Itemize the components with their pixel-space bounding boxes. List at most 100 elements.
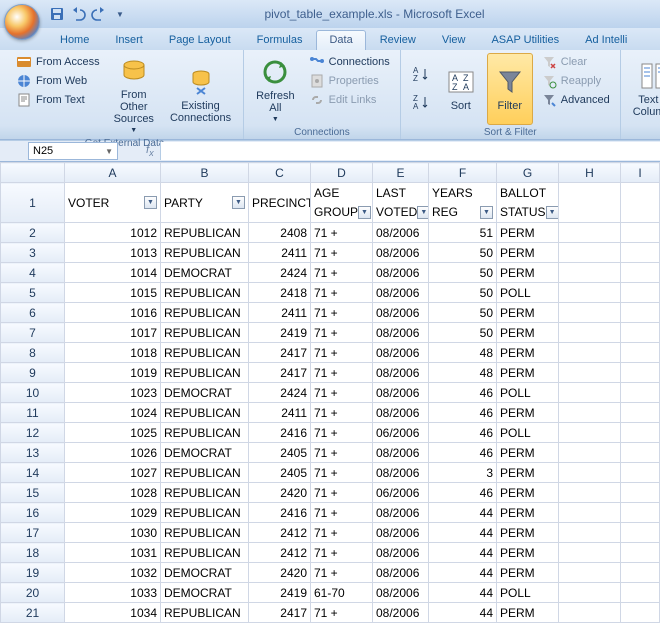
spreadsheet-grid[interactable]: ABCDEFGHI 1VOTER▼PARTY▼PRECINCT▼AGELASTY… [0,162,660,631]
group-sort-filter: AZ ZA AZZASort Filter Clear Reapply Adva… [401,50,621,139]
row-header-14[interactable]: 14 [1,463,65,483]
qat-dropdown-icon[interactable]: ▼ [111,5,129,23]
office-button[interactable] [4,4,40,40]
refresh-all-button[interactable]: Refresh All▼ [250,53,301,125]
from-other-sources-button[interactable]: From Other Sources▼ [108,53,160,136]
table-row[interactable]: 111024REPUBLICAN241171 +08/200646PERM [1,403,660,423]
row-header-5[interactable]: 5 [1,283,65,303]
filter-dropdown-icon[interactable]: ▼ [480,206,493,219]
tab-asap-utilities[interactable]: ASAP Utilities [479,31,571,50]
table-row[interactable]: 101023DEMOCRAT242471 +08/200646POLL [1,383,660,403]
filter-dropdown-icon[interactable]: ▼ [358,206,371,219]
row-header-8[interactable]: 8 [1,343,65,363]
edit-links-button[interactable]: Edit Links [305,91,394,109]
col-header-F[interactable]: F [429,163,497,183]
tab-page-layout[interactable]: Page Layout [157,31,243,50]
reapply-button[interactable]: Reapply [537,72,614,90]
table-row[interactable]: 51015REPUBLICAN241871 +08/200650POLL [1,283,660,303]
existing-connections-button[interactable]: Existing Connections [164,53,237,136]
connections-button[interactable]: Connections [305,53,394,71]
tab-view[interactable]: View [430,31,478,50]
row-header-13[interactable]: 13 [1,443,65,463]
from-text-button[interactable]: From Text [12,91,104,109]
undo-icon[interactable] [69,5,87,23]
name-box-dropdown-icon[interactable]: ▼ [105,147,113,156]
filter-dropdown-icon[interactable]: ▼ [144,196,157,209]
row-header-21[interactable]: 21 [1,603,65,623]
row-header-16[interactable]: 16 [1,503,65,523]
name-box-input[interactable] [33,145,83,157]
sort-button[interactable]: AZZASort [439,53,483,125]
col-header-I[interactable]: I [621,163,660,183]
col-header-D[interactable]: D [311,163,373,183]
table-row[interactable]: 171030REPUBLICAN241271 +08/200644PERM [1,523,660,543]
group-connections: Refresh All▼ Connections Properties Edit… [244,50,401,139]
table-row[interactable]: 201033DEMOCRAT241961-7008/200644POLL [1,583,660,603]
row-header-6[interactable]: 6 [1,303,65,323]
group-data-tools: Text to Columns [621,50,660,139]
row-header-19[interactable]: 19 [1,563,65,583]
filter-dropdown-icon[interactable]: ▼ [417,206,428,219]
row-header-4[interactable]: 4 [1,263,65,283]
col-header-H[interactable]: H [559,163,621,183]
col-header-A[interactable]: A [65,163,161,183]
tab-review[interactable]: Review [368,31,428,50]
table-row[interactable]: 131026DEMOCRAT240571 +08/200646PERM [1,443,660,463]
advanced-button[interactable]: Advanced [537,91,614,109]
table-row[interactable]: 161029REPUBLICAN241671 +08/200644PERM [1,503,660,523]
text-to-columns-button[interactable]: Text to Columns [627,53,660,125]
select-all-corner[interactable] [1,163,65,183]
table-row[interactable]: 151028REPUBLICAN242071 +06/200646PERM [1,483,660,503]
row-header-2[interactable]: 2 [1,223,65,243]
row-header-18[interactable]: 18 [1,543,65,563]
table-row[interactable]: 211034REPUBLICAN241771 +08/200644PERM [1,603,660,623]
redo-icon[interactable] [90,5,108,23]
tab-formulas[interactable]: Formulas [245,31,315,50]
table-row[interactable]: 31013REPUBLICAN241171 +08/200650PERM [1,243,660,263]
table-row[interactable]: 81018REPUBLICAN241771 +08/200648PERM [1,343,660,363]
row-header-15[interactable]: 15 [1,483,65,503]
row-header-11[interactable]: 11 [1,403,65,423]
save-icon[interactable] [48,5,66,23]
row-header-17[interactable]: 17 [1,523,65,543]
row-header-1[interactable]: 1 [1,183,65,223]
svg-text:Z: Z [413,74,418,83]
table-row[interactable]: 181031REPUBLICAN241271 +08/200644PERM [1,543,660,563]
col-header-E[interactable]: E [373,163,429,183]
sort-asc-button[interactable]: AZ [407,64,435,86]
col-header-B[interactable]: B [161,163,249,183]
from-access-button[interactable]: From Access [12,53,104,71]
filter-dropdown-icon[interactable]: ▼ [546,206,559,219]
tab-insert[interactable]: Insert [103,31,155,50]
tab-home[interactable]: Home [48,31,101,50]
formula-input[interactable] [160,142,660,160]
row-header-9[interactable]: 9 [1,363,65,383]
sort-desc-button[interactable]: ZA [407,92,435,114]
table-row[interactable]: 121025REPUBLICAN241671 +06/200646POLL [1,423,660,443]
tab-data[interactable]: Data [316,30,365,50]
from-web-button[interactable]: From Web [12,72,104,90]
formula-bar: ▼ fx [0,140,660,162]
col-header-C[interactable]: C [249,163,311,183]
row-header-10[interactable]: 10 [1,383,65,403]
row-header-20[interactable]: 20 [1,583,65,603]
tab-ad-intelli[interactable]: Ad Intelli [573,31,639,50]
name-box[interactable]: ▼ [28,142,118,160]
table-row[interactable]: 61016REPUBLICAN241171 +08/200650PERM [1,303,660,323]
table-row[interactable]: 41014DEMOCRAT242471 +08/200650PERM [1,263,660,283]
row-header-3[interactable]: 3 [1,243,65,263]
table-row[interactable]: 91019REPUBLICAN241771 +08/200648PERM [1,363,660,383]
clear-button[interactable]: Clear [537,53,614,71]
fx-icon[interactable]: fx [146,144,154,158]
row-header-7[interactable]: 7 [1,323,65,343]
filter-dropdown-icon[interactable]: ▼ [232,196,245,209]
col-header-G[interactable]: G [497,163,559,183]
quick-access-toolbar: ▼ [48,5,129,23]
row-header-12[interactable]: 12 [1,423,65,443]
table-row[interactable]: 191032DEMOCRAT242071 +08/200644PERM [1,563,660,583]
table-row[interactable]: 21012REPUBLICAN240871 +08/200651PERM [1,223,660,243]
filter-button[interactable]: Filter [487,53,533,125]
properties-button[interactable]: Properties [305,72,394,90]
table-row[interactable]: 141027REPUBLICAN240571 +08/20063PERM [1,463,660,483]
table-row[interactable]: 71017REPUBLICAN241971 +08/200650PERM [1,323,660,343]
